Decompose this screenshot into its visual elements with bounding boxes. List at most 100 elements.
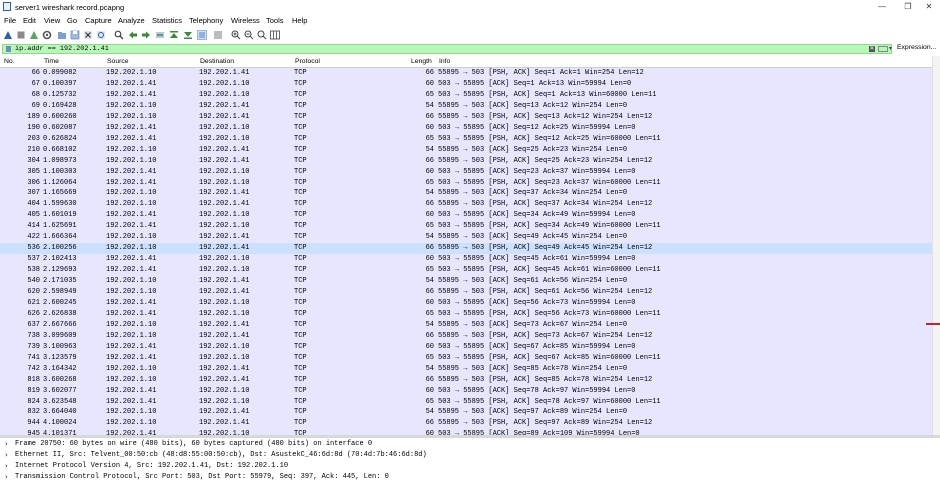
packet-row[interactable]: 738 3.099609 192.202.1.10 192.202.1.41 TCP 66… bbox=[0, 330, 932, 342]
packet-row[interactable]: 189 0.600260 192.202.1.10 192.202.1.41 TCP 66… bbox=[0, 111, 932, 123]
save-file-icon[interactable] bbox=[70, 30, 80, 40]
menu-edit[interactable]: Edit bbox=[23, 16, 36, 25]
packet-row[interactable]: 742 3.164342 192.202.1.10 192.202.1.41 TCP 54… bbox=[0, 363, 932, 375]
packet-row[interactable]: 203 0.626824 192.202.1.41 192.202.1.10 TCP 65… bbox=[0, 133, 932, 145]
packet-row[interactable]: 741 3.123579 192.202.1.41 192.202.1.10 TCP 65… bbox=[0, 352, 932, 364]
packet-list-scrollbar[interactable] bbox=[932, 56, 940, 435]
packet-info: 503 → 55895 [PSH, ACK] Seq=1 Ack=13 Win=… bbox=[438, 90, 657, 99]
detail-tree-item[interactable]: › Internet Protocol Version 4, Src: 192.2… bbox=[0, 461, 940, 472]
colorize-icon[interactable] bbox=[213, 30, 223, 40]
packet-length: 66 bbox=[425, 112, 434, 121]
packet-row[interactable]: 422 1.666364 192.202.1.10 192.202.1.41 TCP 54… bbox=[0, 232, 932, 244]
close-button[interactable]: ✕ bbox=[918, 1, 940, 13]
go-back-icon[interactable] bbox=[128, 30, 138, 40]
open-file-icon[interactable] bbox=[57, 30, 67, 40]
detail-tree-item[interactable]: › Transmission Control Protocol, Src Port… bbox=[0, 472, 940, 483]
packet-row[interactable]: 739 3.100963 192.202.1.41 192.202.1.10 TCP 60… bbox=[0, 341, 932, 353]
packet-number: 422 bbox=[27, 233, 40, 242]
filter-history-dropdown-icon[interactable]: ▾ bbox=[889, 45, 892, 52]
packet-row[interactable]: 621 2.600245 192.202.1.41 192.202.1.10 TCP 60… bbox=[0, 297, 932, 309]
menu-help[interactable]: Help bbox=[292, 16, 307, 25]
detail-tree-item[interactable]: › Frame 20750: 60 bytes on wire (480 bits… bbox=[0, 439, 940, 450]
clear-filter-icon[interactable]: ✕ bbox=[869, 46, 875, 52]
go-forward-icon[interactable] bbox=[141, 30, 151, 40]
menu-file[interactable]: File bbox=[4, 16, 16, 25]
packet-row[interactable]: 306 1.126064 192.202.1.41 192.202.1.10 TCP 65… bbox=[0, 177, 932, 189]
column-header-source[interactable]: Source bbox=[107, 58, 129, 65]
go-to-packet-icon[interactable] bbox=[155, 30, 165, 40]
menu-wireless[interactable]: Wireless bbox=[231, 16, 260, 25]
packet-time: 2.667666 bbox=[43, 320, 77, 329]
column-header-protocol[interactable]: Protocol bbox=[295, 58, 320, 65]
detail-tree-item[interactable]: › Ethernet II, Src: Telvent_00:50:cb (48:… bbox=[0, 450, 940, 461]
minimize-button[interactable]: — bbox=[871, 1, 893, 13]
find-packet-icon[interactable] bbox=[114, 30, 124, 40]
packet-destination: 192.202.1.10 bbox=[199, 222, 250, 231]
packet-row[interactable]: 824 3.623548 192.202.1.41 192.202.1.10 TCP 65… bbox=[0, 396, 932, 408]
packet-row[interactable]: 307 1.165669 192.202.1.10 192.202.1.41 TCP 54… bbox=[0, 188, 932, 200]
resize-columns-icon[interactable] bbox=[270, 30, 280, 40]
start-capture-icon[interactable] bbox=[3, 30, 13, 40]
expand-arrow-icon[interactable]: › bbox=[5, 472, 8, 483]
menu-view[interactable]: View bbox=[44, 16, 60, 25]
packet-row[interactable]: 190 0.602087 192.202.1.41 192.202.1.10 TCP 60… bbox=[0, 122, 932, 134]
packet-length: 66 bbox=[425, 244, 434, 253]
menu-telephony[interactable]: Telephony bbox=[189, 16, 223, 25]
display-filter-input[interactable]: ip.addr == 192.202.1.41 ✕ ▾ bbox=[2, 44, 892, 54]
packet-row[interactable]: 536 2.100256 192.202.1.10 192.202.1.41 TCP 66… bbox=[0, 243, 932, 255]
column-header-time[interactable]: Time bbox=[44, 58, 59, 65]
packet-row[interactable]: 537 2.102413 192.202.1.41 192.202.1.10 TCP 60… bbox=[0, 254, 932, 266]
packet-row[interactable]: 538 2.129693 192.202.1.41 192.202.1.10 TCP 65… bbox=[0, 265, 932, 277]
autoscroll-icon[interactable] bbox=[197, 30, 207, 40]
menu-capture[interactable]: Capture bbox=[85, 16, 112, 25]
packet-list[interactable]: 66 0.099082 192.202.1.10 192.202.1.41 TCP 66 5… bbox=[0, 68, 932, 435]
packet-row[interactable]: 944 4.100024 192.202.1.10 192.202.1.41 TCP 66… bbox=[0, 418, 932, 430]
bookmark-icon[interactable] bbox=[6, 46, 11, 52]
restart-capture-icon[interactable] bbox=[29, 30, 39, 40]
normal-size-icon[interactable] bbox=[257, 30, 267, 40]
menu-go[interactable]: Go bbox=[67, 16, 77, 25]
close-file-icon[interactable] bbox=[83, 30, 93, 40]
packet-row[interactable]: 637 2.667666 192.202.1.10 192.202.1.41 TCP 54… bbox=[0, 319, 932, 331]
packet-source: 192.202.1.41 bbox=[106, 397, 157, 406]
packet-row[interactable]: 66 0.099082 192.202.1.10 192.202.1.41 TCP 66 5… bbox=[0, 68, 932, 79]
packet-row[interactable]: 304 1.098973 192.202.1.10 192.202.1.41 TCP 66… bbox=[0, 155, 932, 167]
column-header-length[interactable]: Length bbox=[411, 58, 432, 65]
last-packet-icon[interactable] bbox=[183, 30, 193, 40]
expression-button[interactable]: Expression... bbox=[897, 44, 936, 51]
expand-arrow-icon[interactable]: › bbox=[5, 439, 8, 450]
packet-row[interactable]: 818 3.600268 192.202.1.10 192.202.1.41 TCP 66… bbox=[0, 374, 932, 386]
column-header-no[interactable]: No. bbox=[4, 58, 15, 65]
packet-row[interactable]: 626 2.626838 192.202.1.41 192.202.1.10 TCP 65… bbox=[0, 308, 932, 320]
packet-destination: 192.202.1.41 bbox=[199, 331, 250, 340]
column-header-destination[interactable]: Destination bbox=[200, 58, 234, 65]
column-header-info[interactable]: Info bbox=[439, 58, 450, 65]
first-packet-icon[interactable] bbox=[169, 30, 179, 40]
packet-row[interactable]: 414 1.625691 192.202.1.41 192.202.1.10 TCP 65… bbox=[0, 221, 932, 233]
reload-file-icon[interactable] bbox=[96, 30, 106, 40]
packet-row[interactable]: 540 2.171035 192.202.1.10 192.202.1.41 TCP 54… bbox=[0, 276, 932, 287]
packet-row[interactable]: 404 1.599630 192.202.1.10 192.202.1.41 TCP 66… bbox=[0, 199, 932, 211]
packet-row[interactable]: 68 0.125732 192.202.1.41 192.202.1.10 TCP 65 5… bbox=[0, 89, 932, 101]
menu-analyze[interactable]: Analyze bbox=[118, 16, 145, 25]
packet-row[interactable]: 67 0.100397 192.202.1.41 192.202.1.10 TCP 60 5… bbox=[0, 78, 932, 90]
maximize-button[interactable]: ❐ bbox=[897, 1, 919, 13]
packet-row[interactable]: 305 1.100303 192.202.1.41 192.202.1.10 TCP 60… bbox=[0, 166, 932, 178]
wireshark-app-icon bbox=[3, 2, 11, 11]
packet-number: 68 bbox=[31, 90, 40, 99]
menu-statistics[interactable]: Statistics bbox=[152, 16, 182, 25]
zoom-out-icon[interactable] bbox=[244, 30, 254, 40]
packet-row[interactable]: 620 2.598949 192.202.1.10 192.202.1.41 TCP 66… bbox=[0, 287, 932, 298]
packet-row[interactable]: 405 1.601019 192.202.1.41 192.202.1.10 TCP 60… bbox=[0, 210, 932, 222]
apply-filter-icon[interactable] bbox=[878, 46, 888, 52]
zoom-in-icon[interactable] bbox=[231, 30, 241, 40]
stop-capture-icon[interactable] bbox=[16, 30, 26, 40]
capture-options-icon[interactable] bbox=[42, 30, 52, 40]
packet-row[interactable]: 210 0.668102 192.202.1.10 192.202.1.41 TCP 54… bbox=[0, 144, 932, 156]
packet-row[interactable]: 69 0.169428 192.202.1.10 192.202.1.41 TCP 54 5… bbox=[0, 100, 932, 112]
packet-row[interactable]: 832 3.664040 192.202.1.10 192.202.1.41 TCP 54… bbox=[0, 407, 932, 419]
menu-tools[interactable]: Tools bbox=[266, 16, 284, 25]
packet-row[interactable]: 819 3.602077 192.202.1.41 192.202.1.10 TCP 60… bbox=[0, 385, 932, 397]
expand-arrow-icon[interactable]: › bbox=[5, 450, 8, 461]
expand-arrow-icon[interactable]: › bbox=[5, 461, 8, 472]
